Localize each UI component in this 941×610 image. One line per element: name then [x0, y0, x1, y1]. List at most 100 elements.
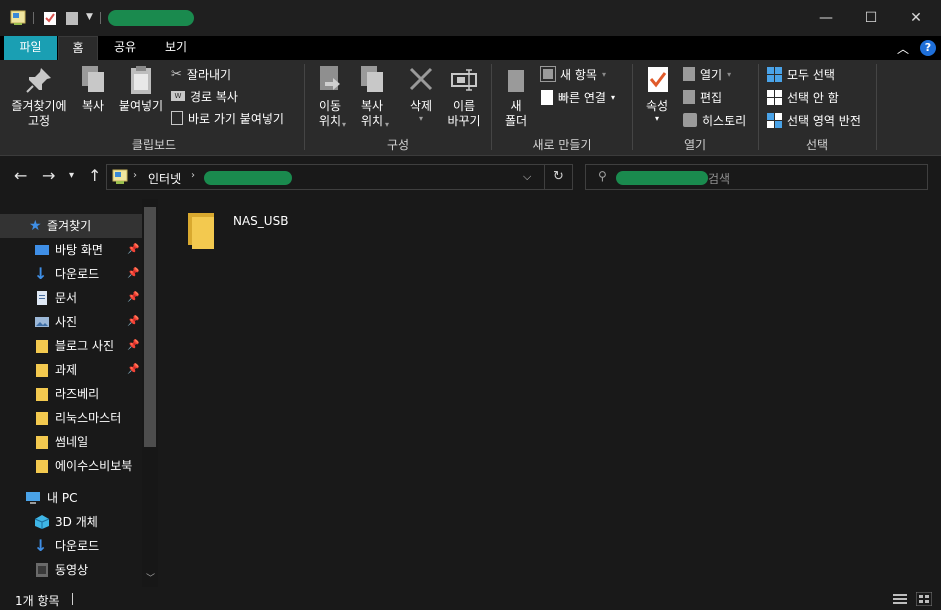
address-bar[interactable]: › 인터넷 › ⌵ ↻	[106, 164, 573, 190]
move-to-button[interactable]: 이동 위치 ▾	[311, 64, 349, 129]
copy-button[interactable]: 복사	[76, 64, 110, 114]
nav-item-blog-photos[interactable]: 블로그 사진 📌	[0, 334, 142, 358]
scrollbar-thumb[interactable]	[144, 207, 156, 447]
recent-locations-chevron-icon[interactable]: ▾	[69, 167, 74, 185]
easy-access-button[interactable]: 빠른 연결 ▾	[541, 87, 615, 107]
separator	[758, 64, 759, 150]
redacted-search-location	[616, 171, 708, 185]
customize-quick-access-icon[interactable]: ▼	[86, 12, 93, 22]
navigation-pane: ★ 즐겨찾기 바탕 화면 📌 ↓ 다운로드 📌 문서 📌 사진 📌 블로그 사진…	[0, 199, 158, 587]
tab-home[interactable]: 홈	[58, 36, 98, 60]
new-folder-icon[interactable]	[64, 10, 80, 26]
nav-item-documents[interactable]: 문서 📌	[0, 286, 142, 310]
videos-icon	[36, 563, 48, 577]
delete-button[interactable]: 삭제 ▾	[404, 64, 438, 124]
help-icon[interactable]: ?	[920, 40, 936, 56]
paste-button[interactable]: 붙여넣기	[114, 64, 168, 114]
breadcrumb-internet[interactable]: 인터넷	[148, 170, 181, 187]
list-item[interactable]: NAS_USB	[186, 211, 326, 249]
pin-to-quick-access-button[interactable]: 즐겨찾기에 고정	[6, 64, 72, 129]
rename-label: 이름 바꾸기	[447, 99, 481, 128]
properties-icon[interactable]	[42, 10, 58, 26]
open-button[interactable]: 열기 ▾	[683, 64, 731, 84]
nav-item-assignments[interactable]: 과제 📌	[0, 358, 142, 382]
properties-button[interactable]: 속성 ▾	[639, 64, 675, 124]
address-dropdown-icon[interactable]: ⌵	[523, 170, 531, 184]
history-button[interactable]: 히스토리	[683, 110, 746, 130]
cut-label: 잘라내기	[186, 67, 232, 82]
copy-to-button[interactable]: 복사 위치 ▾	[352, 64, 392, 129]
refresh-icon[interactable]: ↻	[553, 169, 564, 184]
folder-icon	[36, 436, 48, 449]
rename-button[interactable]: 이름 바꾸기	[444, 64, 484, 129]
3d-objects-icon	[34, 515, 50, 529]
up-arrow-icon[interactable]: ↑	[88, 167, 101, 185]
ribbon: 즐겨찾기에 고정 복사 붙여넣기 ✂ 잘라내기 W 경로 복사 바로 가기 붙여…	[0, 60, 941, 156]
cut-button[interactable]: ✂ 잘라내기	[171, 64, 231, 84]
pin-icon: 📌	[127, 292, 140, 303]
properties-label: 속성	[645, 99, 669, 113]
ribbon-tabs: 파일 홈 공유 보기 ︿ ?	[0, 36, 941, 60]
scroll-down-icon[interactable]: ﹀	[146, 571, 155, 584]
nav-item-raspberry[interactable]: 라즈베리	[0, 382, 142, 406]
nav-item-linux-master[interactable]: 리눅스마스터	[0, 406, 142, 430]
separator	[100, 12, 101, 24]
nav-item-label: 동영상	[55, 563, 89, 577]
maximize-button[interactable]: ☐	[848, 0, 894, 36]
nav-quick-access[interactable]: ★ 즐겨찾기	[0, 214, 142, 238]
search-icon: ⚲	[598, 169, 607, 183]
paste-shortcut-button[interactable]: 바로 가기 붙여넣기	[171, 108, 284, 128]
copy-label: 복사	[81, 99, 105, 113]
tab-view[interactable]: 보기	[154, 36, 198, 60]
large-icons-view-icon[interactable]	[916, 592, 932, 606]
folder-icon	[188, 213, 214, 249]
history-label: 히스토리	[702, 113, 747, 128]
select-none-button[interactable]: 선택 안 함	[767, 87, 839, 107]
breadcrumb-chevron-icon[interactable]: ›	[133, 170, 137, 181]
app-icon[interactable]	[10, 10, 26, 26]
pin-icon	[26, 68, 51, 93]
nav-item-asus-vivobook[interactable]: 에이수스비보북	[0, 454, 142, 478]
nav-pc-item-videos[interactable]: 동영상	[0, 558, 142, 582]
pictures-icon	[35, 317, 49, 327]
nav-item-pictures[interactable]: 사진 📌	[0, 310, 142, 334]
details-view-icon[interactable]	[893, 593, 907, 605]
close-button[interactable]: ✕	[893, 0, 939, 36]
nav-pc-item-downloads[interactable]: ↓ 다운로드	[0, 534, 142, 558]
move-to-icon	[320, 66, 340, 90]
nav-item-desktop[interactable]: 바탕 화면 📌	[0, 238, 142, 262]
search-box[interactable]: ⚲ 검색	[585, 164, 928, 190]
select-all-button[interactable]: 모두 선택	[767, 64, 835, 84]
nav-pc-item-3d-objects[interactable]: 3D 개체	[0, 510, 142, 534]
nav-this-pc[interactable]: 내 PC	[0, 486, 142, 510]
nav-item-label: 문서	[55, 291, 78, 305]
edit-button[interactable]: 편집	[683, 87, 722, 107]
paste-label: 붙여넣기	[118, 99, 164, 113]
pin-label: 즐겨찾기에 고정	[11, 99, 67, 128]
new-group-label: 새로 만들기	[532, 138, 592, 152]
open-icon	[683, 67, 695, 81]
file-name: NAS_USB	[233, 214, 289, 228]
invert-selection-button[interactable]: 선택 영역 반전	[767, 110, 861, 130]
forward-arrow-icon[interactable]: →	[42, 167, 55, 185]
copy-path-button[interactable]: W 경로 복사	[171, 86, 238, 106]
nav-item-thumbnail[interactable]: 썸네일	[0, 430, 142, 454]
new-item-icon	[540, 66, 556, 82]
minimize-button[interactable]: —	[803, 0, 849, 36]
back-arrow-icon[interactable]: ←	[14, 167, 27, 185]
nav-item-downloads[interactable]: ↓ 다운로드 📌	[0, 262, 142, 286]
rename-icon	[451, 69, 477, 91]
open-label: 열기	[700, 67, 723, 82]
copy-path-icon: W	[171, 91, 185, 101]
new-folder-button[interactable]: 새 폴더	[499, 64, 533, 129]
chevron-down-icon: ▾	[601, 69, 606, 79]
collapse-ribbon-icon[interactable]: ︿	[897, 40, 909, 57]
nav-item-label: 리눅스마스터	[55, 411, 122, 425]
new-item-button[interactable]: 새 항목 ▾	[540, 64, 606, 84]
copy-to-icon	[361, 66, 383, 92]
tab-file[interactable]: 파일	[4, 36, 57, 60]
breadcrumb-chevron-icon[interactable]: ›	[191, 170, 195, 181]
tab-share[interactable]: 공유	[103, 36, 147, 60]
new-folder-label: 새 폴더	[504, 99, 528, 128]
nav-pane-scrollbar[interactable]: ︿ ﹀	[142, 199, 158, 587]
